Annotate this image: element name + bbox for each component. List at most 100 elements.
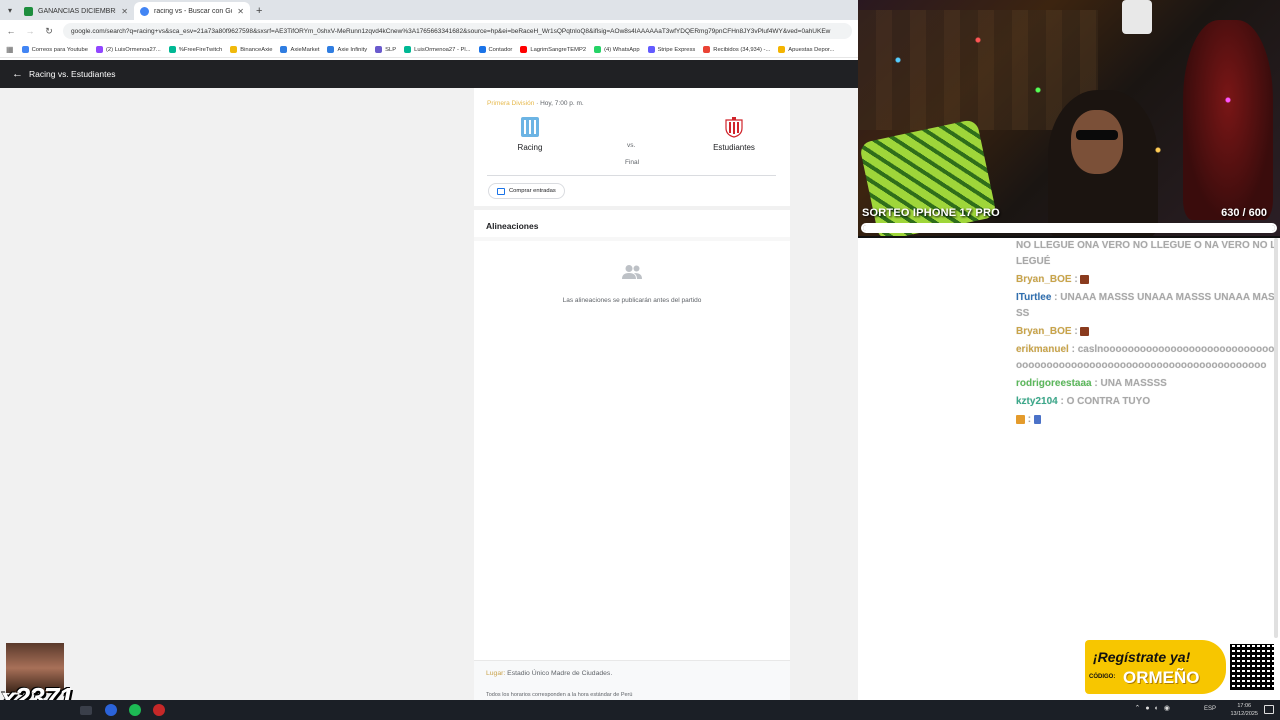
forward-icon[interactable]: → <box>25 26 35 36</box>
address-bar[interactable]: google.com/search?q=racing+vs&sca_esv=21… <box>63 23 852 39</box>
volume-icon[interactable]: ◉ <box>1164 704 1170 712</box>
home-team[interactable]: Racing <box>490 116 570 152</box>
bookmark-item[interactable]: LuisOrmenoa27 - Pl... <box>404 46 471 53</box>
chat-username[interactable]: erikmanuel <box>1016 344 1069 355</box>
bookmark-item[interactable]: Recibidos (34,934) -... <box>703 46 770 53</box>
new-tab-icon[interactable]: + <box>256 5 262 17</box>
url-text: google.com/search?q=racing+vs&sca_esv=21… <box>71 27 831 35</box>
page-background-left <box>0 88 474 700</box>
bookmark-item[interactable]: Correos para Youtube <box>21 46 88 53</box>
venue-info: Lugar: Estadio Único Madre de Ciudades. <box>486 670 612 677</box>
back-arrow-icon[interactable]: ← <box>12 68 23 80</box>
sheets-icon <box>24 6 33 16</box>
chat-username[interactable]: Bryan_BOE <box>1016 274 1072 285</box>
bookmark-item[interactable]: Stripe Express <box>647 46 696 53</box>
bookmark-favicon-icon <box>594 46 602 53</box>
page-background-right <box>790 88 858 700</box>
bookmark-favicon-icon <box>230 46 238 53</box>
chat-emote-icon <box>1033 414 1041 424</box>
notification-icon[interactable] <box>1264 705 1274 714</box>
tray-chevron-icon[interactable]: ⌃ <box>1135 704 1141 712</box>
chat-text: NO LLEGUE ONA VERO NO LLEGUE O NA VERO N… <box>1016 240 1277 267</box>
bookmark-favicon-icon <box>520 46 528 53</box>
bookmark-item[interactable]: (4) WhatsApp <box>594 46 640 53</box>
bookmark-favicon-icon <box>647 46 655 53</box>
lineups-title: Alineaciones <box>486 221 539 231</box>
taskbar: ⌃ ● ◐ ◉ ESP 17:06 13/12/2025 <box>0 700 1280 720</box>
bookmark-favicon-icon <box>375 46 383 53</box>
bookmark-item[interactable]: Contador <box>478 46 513 53</box>
stream-chat: NO LLEGUE ONA VERO NO LLEGUE O NA VERO N… <box>858 238 1280 700</box>
bookmark-favicon-icon <box>168 46 176 53</box>
apps-grid-icon[interactable]: ▦ <box>6 45 14 54</box>
chat-username[interactable]: kzty2104 <box>1016 396 1058 407</box>
close-tab-icon[interactable]: ✕ <box>121 7 128 16</box>
tab-title: racing vs - Buscar con Google <box>154 7 232 15</box>
bookmark-favicon-icon <box>478 46 486 53</box>
match-meta: Primera División · Hoy, 7:00 p. m. <box>487 100 584 107</box>
giveaway-title: SORTEO IPHONE 17 PRO <box>862 207 1000 219</box>
bookmark-label: Recibidos (34,934) -... <box>713 46 771 53</box>
bookmark-label: BinanceAxie <box>240 46 273 53</box>
chat-text: : O CONTRA TUYO <box>1057 396 1151 407</box>
promo-banner: ¡Regístrate ya! CÓDIGO: ORMEÑO <box>1085 640 1226 694</box>
tab-search-icon[interactable]: ▾ <box>2 2 18 18</box>
browser-toolbar: ← → ↻ google.com/search?q=racing+vs&sca_… <box>0 20 858 42</box>
spotify-icon[interactable] <box>129 704 141 716</box>
bookmark-label: LuisOrmenoa27 - Pl... <box>414 46 471 53</box>
bookmarks-bar: ▦ Correos para Youtube (2) LuisOrmenoa27.… <box>0 42 858 58</box>
tab-ganancias[interactable]: GANANCIAS DICIEMBRE - Hoja de... ✕ <box>18 2 134 20</box>
giveaway-progress-bar <box>861 223 1277 233</box>
timezone-note: Todos los horarios corresponden a la hor… <box>486 692 633 698</box>
bookmark-item[interactable]: (2) LuisOrmenoa27... <box>95 46 161 53</box>
obs-icon[interactable] <box>153 704 165 716</box>
chat-message: Bryan_BOE : <box>1016 272 1278 288</box>
string-lights <box>858 0 1280 236</box>
people-icon <box>622 265 642 279</box>
network-icon[interactable]: ◐ <box>1155 705 1159 712</box>
mic-icon[interactable]: ● <box>1145 705 1149 712</box>
back-icon[interactable]: ← <box>6 26 16 36</box>
chat-message: Bryan_BOE : <box>1016 324 1278 340</box>
buy-tickets-button[interactable]: Comprar entradas <box>488 183 565 199</box>
bookmark-label: AxieMarket <box>290 46 320 53</box>
language-indicator[interactable]: ESP <box>1204 706 1216 712</box>
bookmark-label: Correos para Youtube <box>31 46 88 53</box>
giveaway-count: 630 / 600 <box>1221 207 1267 219</box>
close-tab-icon[interactable]: ✕ <box>237 7 244 16</box>
bookmark-item[interactable]: SLP <box>375 46 396 53</box>
clock[interactable]: 17:06 13/12/2025 <box>1230 702 1258 718</box>
tab-google-search[interactable]: racing vs - Buscar con Google ✕ <box>134 2 250 20</box>
bookmark-item[interactable]: Axie Infinity <box>327 46 367 53</box>
bookmark-favicon-icon <box>778 46 786 53</box>
league-name[interactable]: Primera División <box>487 100 534 107</box>
badge-icon <box>1016 414 1025 424</box>
chat-text: : UNAAA MASSS UNAAA MASSS UNAAA MASSS <box>1016 292 1275 319</box>
bookmark-label: Contador <box>488 46 513 53</box>
bookmark-item[interactable]: %FreeFireTwitch <box>168 46 222 53</box>
chat-username[interactable]: rodrigoreestaaa <box>1016 378 1092 389</box>
promo-headline: ¡Regístrate ya! <box>1093 649 1191 665</box>
bookmark-item[interactable]: BinanceAxie <box>230 46 272 53</box>
chat-message: kzty2104 : O CONTRA TUYO <box>1016 394 1278 410</box>
chat-text: : UNA MASSSS <box>1091 378 1167 389</box>
bookmark-item[interactable]: Apuestas Depor... <box>778 46 834 53</box>
match-card: Primera División · Hoy, 7:00 p. m. Racin… <box>474 88 790 700</box>
chat-emote-icon <box>1080 326 1090 336</box>
vs-label: vs. <box>627 142 636 149</box>
chat-username[interactable]: ITurtlee <box>1016 292 1051 303</box>
bookmark-label: LagrimSangreTEMP2 <box>530 46 587 53</box>
bookmark-label: (2) LuisOrmenoa27... <box>105 46 161 53</box>
taskview-icon[interactable] <box>80 706 92 715</box>
chat-scrollbar[interactable] <box>1274 238 1278 638</box>
section-separator <box>474 206 790 210</box>
chat-username[interactable]: Bryan_BOE <box>1016 326 1072 337</box>
reload-icon[interactable]: ↻ <box>44 26 54 37</box>
bookmark-item[interactable]: LagrimSangreTEMP2 <box>520 46 586 53</box>
bookmark-favicon-icon <box>21 46 29 53</box>
sports-header: ← Racing vs. Estudiantes <box>0 60 858 88</box>
bookmark-item[interactable]: AxieMarket <box>280 46 319 53</box>
away-team[interactable]: Estudiantes <box>694 116 774 152</box>
bookmark-label: Stripe Express <box>657 46 696 53</box>
chrome-profile-icon[interactable] <box>105 704 117 716</box>
